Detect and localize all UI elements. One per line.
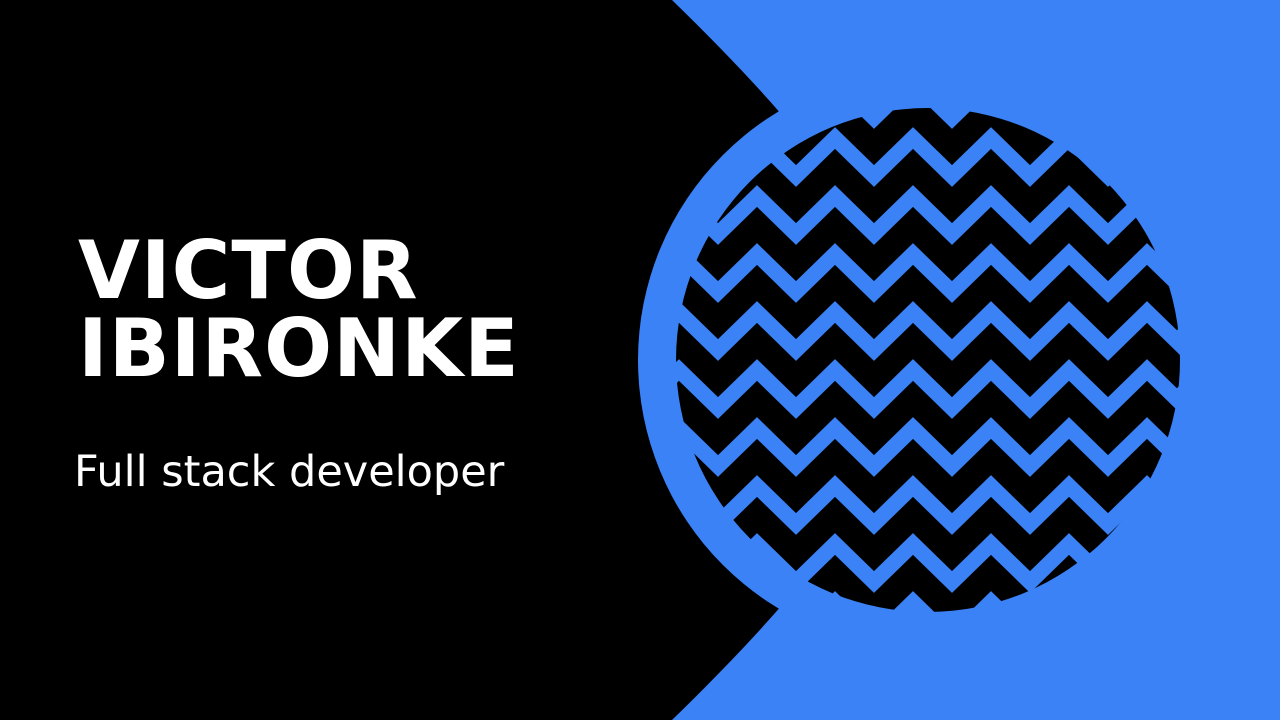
title-last-name: IBIRONKE bbox=[78, 302, 520, 395]
subtitle: Full stack developer bbox=[74, 447, 505, 497]
title-card: VICTOR IBIRONKE Full stack developer bbox=[0, 0, 1280, 720]
page-title: VICTOR IBIRONKE bbox=[78, 224, 520, 395]
title-first-name: VICTOR bbox=[78, 224, 419, 317]
